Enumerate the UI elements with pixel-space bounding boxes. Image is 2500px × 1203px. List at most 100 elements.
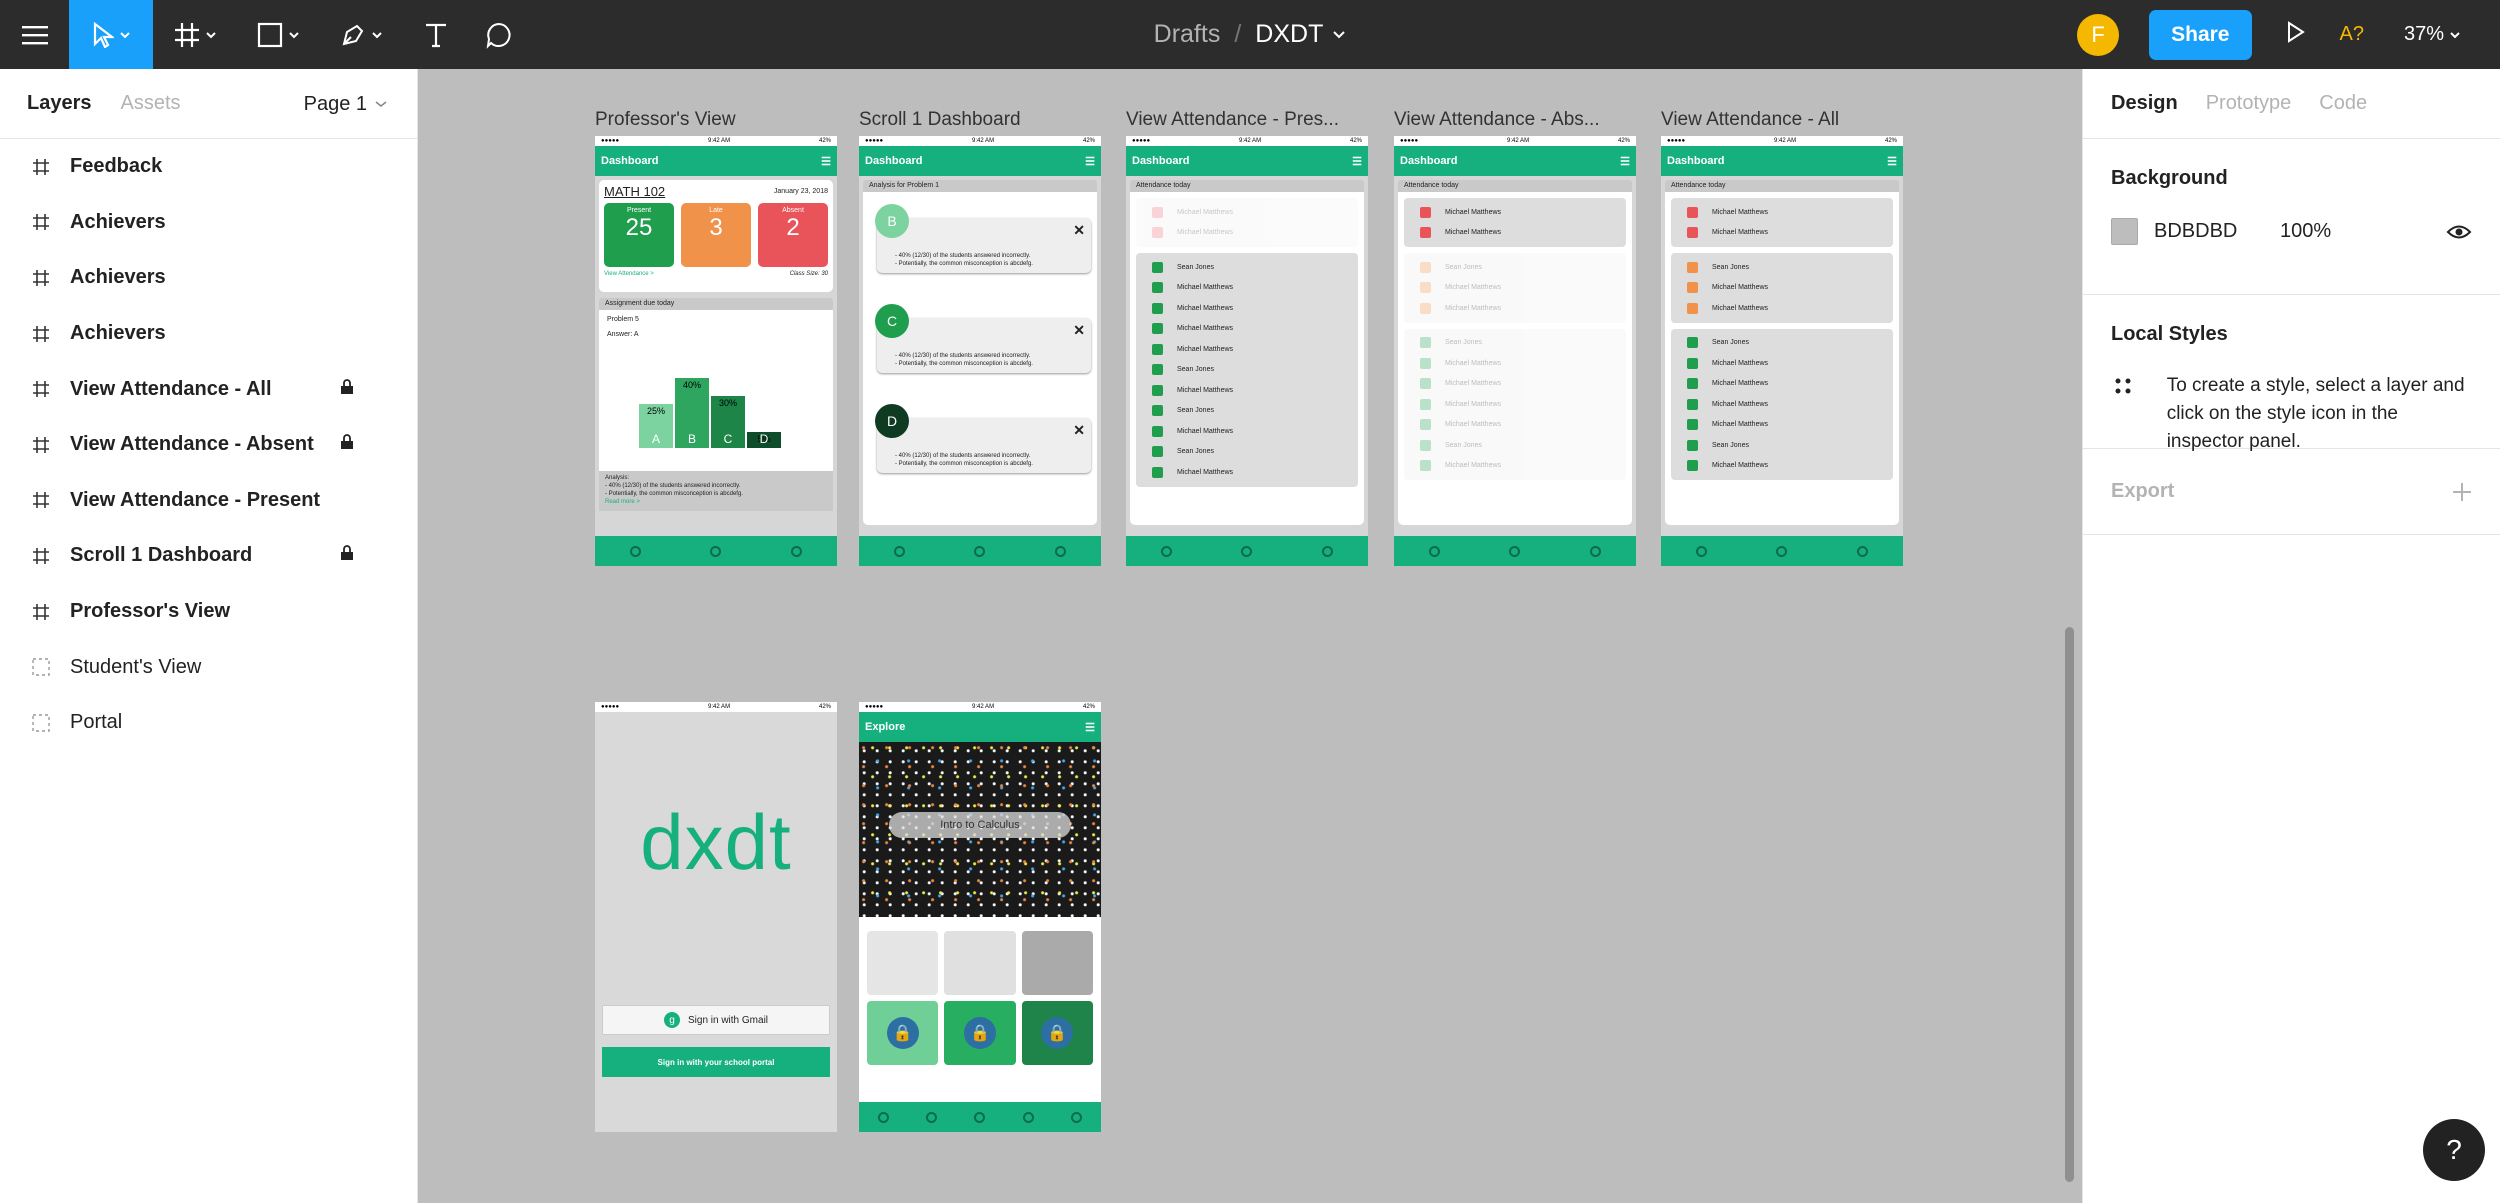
attendance-row[interactable]: Michael Matthews — [1136, 298, 1358, 319]
people-icon[interactable] — [1857, 545, 1869, 557]
layer-item[interactable]: Student's View — [0, 639, 417, 695]
calculator-icon[interactable] — [974, 1111, 986, 1123]
menu-icon[interactable]: ☰ — [1352, 155, 1362, 168]
attendance-row[interactable]: Michael Matthews — [1671, 223, 1893, 244]
attendance-row[interactable]: Michael Matthews — [1136, 278, 1358, 299]
school-portal-signin-button[interactable]: Sign in with your school portal — [602, 1047, 830, 1077]
view-attendance-link[interactable]: View Attendance > — [604, 271, 654, 277]
frame-label-professor[interactable]: Professor's View — [595, 109, 840, 131]
attendance-row[interactable]: Sean Jones — [1404, 257, 1626, 278]
frame-attendance-absent[interactable]: ●●●●● 9:42 AM 42% Dashboard ☰ Attendance toda… — [1394, 136, 1636, 566]
trophy-icon[interactable] — [710, 545, 722, 557]
main-menu-button[interactable] — [0, 0, 69, 69]
menu-icon[interactable]: ☰ — [1085, 721, 1095, 734]
plus-icon[interactable] — [2452, 482, 2472, 502]
menu-icon[interactable]: ☰ — [1085, 155, 1095, 168]
frame-label-absent[interactable]: View Attendance - Abs... — [1394, 109, 1639, 131]
attendance-row[interactable]: Sean Jones — [1671, 333, 1893, 354]
layer-item[interactable]: Scroll 1 Dashboard — [0, 528, 417, 584]
attendance-row[interactable]: Michael Matthews — [1136, 223, 1358, 244]
home-icon[interactable] — [877, 1111, 889, 1123]
breadcrumb-drafts[interactable]: Drafts — [1154, 20, 1221, 49]
background-opacity[interactable]: 100% — [2280, 220, 2331, 243]
info-icon[interactable] — [629, 545, 641, 557]
analysis-item[interactable]: B ✕ - 40% (12/30) of the students answered… — [869, 198, 1091, 290]
attendance-row[interactable]: Michael Matthews — [1671, 202, 1893, 223]
analysis-item[interactable]: D ✕ - 40% (12/30) of the students answered… — [869, 398, 1091, 490]
course-banner[interactable]: Intro to Calculus — [859, 742, 1101, 917]
attendance-row[interactable]: Michael Matthews — [1404, 298, 1626, 319]
attendance-row[interactable]: Michael Matthews — [1404, 415, 1626, 436]
read-more-link[interactable]: Read more > — [605, 498, 827, 506]
shape-tool-button[interactable] — [237, 0, 319, 69]
layer-item[interactable]: Achievers — [0, 306, 417, 362]
canvas-scrollbar[interactable] — [2065, 627, 2074, 1182]
attendance-row[interactable]: Michael Matthews — [1404, 394, 1626, 415]
background-hex[interactable]: BDBDBD — [2154, 220, 2280, 243]
file-name[interactable]: DXDT — [1255, 20, 1323, 49]
font-warning-button[interactable]: A? — [2340, 23, 2364, 46]
info-icon[interactable] — [1695, 545, 1707, 557]
people-icon[interactable] — [791, 545, 803, 557]
lock-icon[interactable] — [340, 544, 354, 567]
attendance-row[interactable]: Michael Matthews — [1136, 319, 1358, 340]
move-tool-button[interactable] — [69, 0, 153, 69]
profile-icon[interactable] — [1071, 1111, 1083, 1123]
attendance-row[interactable]: Michael Matthews — [1671, 278, 1893, 299]
share-button[interactable]: Share — [2149, 9, 2252, 60]
layer-item[interactable]: Professor's View — [0, 584, 417, 640]
frame-attendance-present[interactable]: ●●●●● 9:42 AM 42% Dashboard ☰ Attendance toda… — [1126, 136, 1368, 566]
tab-layers[interactable]: Layers — [27, 92, 92, 115]
layer-item[interactable]: Achievers — [0, 195, 417, 251]
people-icon[interactable] — [1322, 545, 1334, 557]
frame-attendance-all[interactable]: ●●●●● 9:42 AM 42% Dashboard ☰ Attendance toda… — [1661, 136, 1903, 566]
attendance-row[interactable]: Michael Matthews — [1404, 374, 1626, 395]
attendance-row[interactable]: Sean Jones — [1404, 435, 1626, 456]
close-icon[interactable]: ✕ — [1073, 422, 1085, 439]
locked-achievement-icon[interactable]: 🔒 — [944, 1001, 1016, 1065]
attendance-row[interactable]: Michael Matthews — [1671, 456, 1893, 477]
info-icon[interactable] — [1160, 545, 1172, 557]
frame-label-present[interactable]: View Attendance - Pres... — [1126, 109, 1371, 131]
info-icon[interactable] — [1428, 545, 1440, 557]
frame-students-view[interactable]: ●●●●● 9:42 AM 42% Explore ☰ Intro to Calcul… — [859, 702, 1101, 1132]
absent-tile[interactable]: Absent 2 — [758, 203, 828, 267]
attendance-row[interactable]: Sean Jones — [1136, 360, 1358, 381]
tab-code[interactable]: Code — [2319, 92, 2367, 115]
attendance-row[interactable]: Michael Matthews — [1136, 202, 1358, 223]
attendance-row[interactable]: Michael Matthews — [1671, 353, 1893, 374]
attendance-row[interactable]: Michael Matthews — [1404, 278, 1626, 299]
frame-tool-button[interactable] — [153, 0, 237, 69]
help-button[interactable]: ? — [2423, 1119, 2485, 1181]
people-icon[interactable] — [1590, 545, 1602, 557]
trophy-icon[interactable] — [1241, 545, 1253, 557]
late-tile[interactable]: Late 3 — [681, 203, 751, 267]
frame-professors-view[interactable]: ●●●●● 9:42 AM 42% Dashboard ☰ MATH 102 Janu… — [595, 136, 837, 566]
attendance-row[interactable]: Michael Matthews — [1404, 223, 1626, 244]
attendance-row[interactable]: Sean Jones — [1404, 333, 1626, 354]
achievement-books-icon[interactable] — [867, 931, 939, 995]
people-icon[interactable] — [1055, 545, 1067, 557]
lock-icon[interactable] — [340, 378, 354, 401]
bookmark-icon[interactable] — [1022, 1111, 1034, 1123]
attendance-row[interactable]: Sean Jones — [1136, 257, 1358, 278]
frame-label-scroll[interactable]: Scroll 1 Dashboard — [859, 109, 1104, 131]
tab-design[interactable]: Design — [2111, 92, 2178, 115]
gmail-signin-button[interactable]: g Sign in with Gmail — [602, 1005, 830, 1035]
attendance-row[interactable]: Michael Matthews — [1136, 421, 1358, 442]
search-icon[interactable] — [926, 1111, 938, 1123]
trophy-icon[interactable] — [1509, 545, 1521, 557]
attendance-row[interactable]: Michael Matthews — [1136, 380, 1358, 401]
close-icon[interactable]: ✕ — [1073, 222, 1085, 239]
comment-tool-button[interactable] — [469, 0, 529, 69]
menu-icon[interactable]: ☰ — [821, 155, 831, 168]
canvas[interactable]: Professor's View Scroll 1 Dashboard View… — [418, 69, 2082, 1203]
present-button[interactable] — [2286, 21, 2306, 48]
attendance-row[interactable]: Sean Jones — [1136, 401, 1358, 422]
layer-item[interactable]: Portal — [0, 695, 417, 751]
avatar[interactable]: F — [2077, 13, 2120, 56]
layer-item[interactable]: View Attendance - Absent — [0, 417, 417, 473]
layer-item[interactable]: Achievers — [0, 250, 417, 306]
layer-item[interactable]: View Attendance - Present — [0, 473, 417, 529]
trophy-icon[interactable] — [1776, 545, 1788, 557]
